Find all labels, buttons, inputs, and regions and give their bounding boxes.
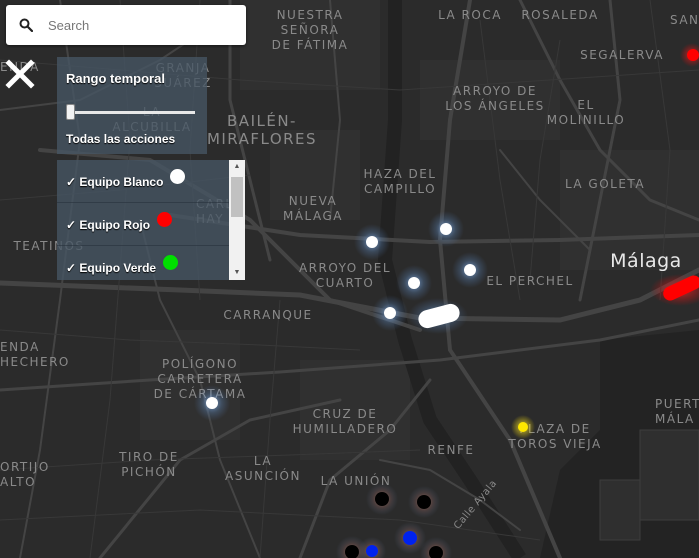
map-label-el-perchel: EL PERCHEL	[486, 274, 573, 288]
teams-filter-panel: ✓ Equipo Blanco ✓ Equipo Rojo ✓ Equipo V…	[57, 160, 245, 280]
close-icon[interactable]	[4, 58, 36, 90]
team-label: ✓ Equipo Verde	[66, 261, 157, 275]
search-input[interactable]	[46, 16, 240, 34]
search-icon[interactable]	[6, 5, 46, 45]
map-label-la-goleta: LA GOLETA	[565, 177, 645, 191]
map-label-malaga: Málaga	[610, 250, 682, 272]
heat-point-white	[384, 307, 396, 319]
heat-point-white	[464, 264, 476, 276]
team-color-dot	[163, 255, 178, 270]
map-label-la-roca: LA ROCA	[438, 8, 502, 22]
team-color-dot	[170, 169, 185, 184]
map-label-arroyo-angeles: ARROYO DE LOS ÁNGELES	[445, 84, 545, 113]
heat-point-black	[375, 492, 389, 506]
heat-point-yellow	[518, 422, 528, 432]
map-label-rosaleda: ROSALEDA	[521, 8, 598, 22]
search-box[interactable]	[6, 5, 246, 45]
heat-point-white	[206, 397, 218, 409]
time-range-title: Rango temporal	[66, 71, 165, 86]
close-button[interactable]	[4, 58, 36, 90]
heat-point-blue	[366, 545, 378, 557]
map-label-carranque: CARRANQUE	[223, 308, 312, 322]
map-label-haza-campillo: HAZA DEL CAMPILLO	[364, 167, 437, 196]
map-label-puerto-malaga: PUERT MÁLA	[655, 397, 699, 426]
map-label-nueva-malaga: NUEVA MÁLAGA	[283, 194, 343, 223]
map-label-tiro-pichon: TIRO DE PICHÓN	[118, 450, 179, 479]
time-range-value: Todas las acciones	[66, 132, 176, 146]
team-label: ✓ Equipo Rojo	[66, 218, 151, 232]
heat-point-white	[440, 223, 452, 235]
team-label: ✓ Equipo Blanco	[66, 175, 164, 189]
heat-point-red	[687, 49, 699, 61]
map-label-san-mi: SAN MI	[670, 13, 699, 27]
team-item-rojo[interactable]: ✓ Equipo Rojo	[57, 203, 229, 246]
map-label-nuestra-senora: NUESTRA SEÑORA DE FÁTIMA	[272, 8, 349, 52]
map-label-renfe: RENFE	[428, 443, 475, 457]
heat-point-white	[408, 277, 420, 289]
scroll-thumb[interactable]	[231, 177, 243, 217]
map-label-segalerva: SEGALERVA	[580, 48, 664, 62]
team-item-verde[interactable]: ✓ Equipo Verde	[57, 246, 229, 280]
scroll-up-arrow-icon[interactable]: ▲	[229, 160, 245, 174]
time-range-panel: Rango temporal Todas las acciones	[57, 57, 207, 154]
heat-point-blue	[403, 531, 417, 545]
time-range-slider-track[interactable]	[67, 111, 195, 114]
scroll-down-arrow-icon[interactable]: ▼	[229, 266, 245, 280]
teams-scrollbar[interactable]: ▲ ▼	[229, 160, 245, 280]
team-item-blanco[interactable]: ✓ Equipo Blanco	[57, 160, 229, 203]
heat-point-white	[366, 236, 378, 248]
heat-point-black	[417, 495, 431, 509]
time-range-slider-handle[interactable]	[66, 104, 75, 120]
team-color-dot	[157, 212, 172, 227]
